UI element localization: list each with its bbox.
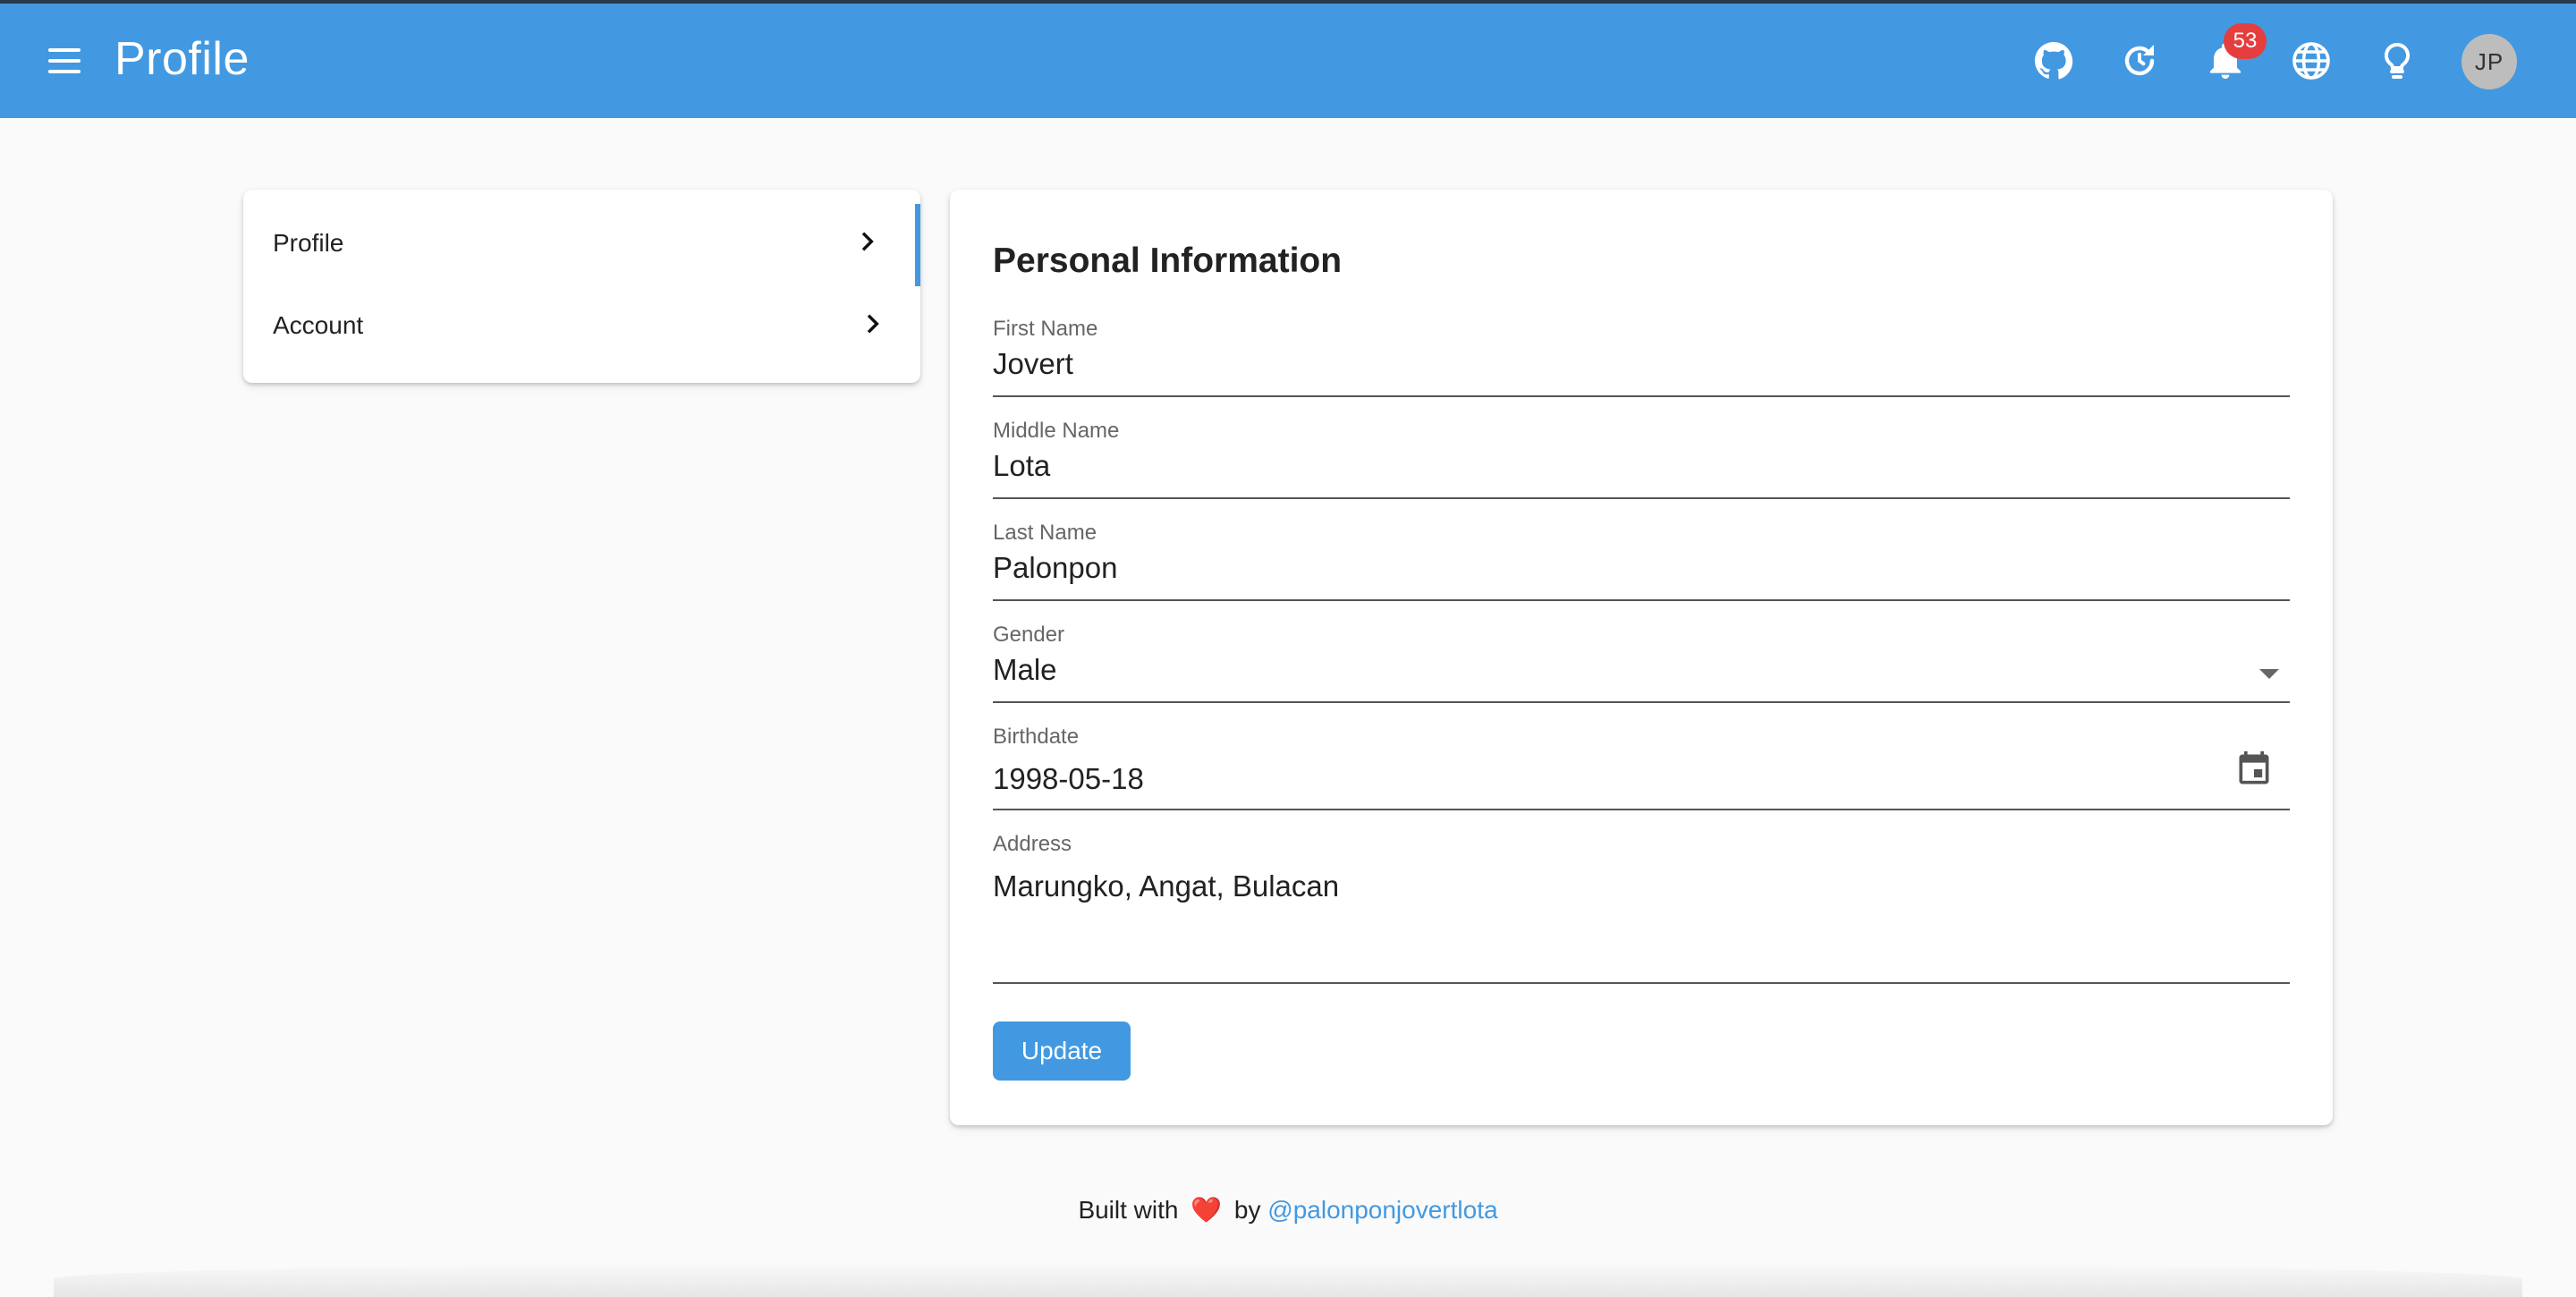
gender-value[interactable]: Male: [993, 653, 1057, 687]
birthdate-label: Birthdate: [993, 725, 1080, 749]
lightbulb-icon[interactable]: [2374, 38, 2420, 84]
personal-information-card: Personal Information First Name Jovert M…: [950, 190, 2333, 1125]
birthdate-field[interactable]: Birthdate 1998-05-18: [993, 725, 2290, 823]
footer: Built with ❤️ by @palonponjovertlota: [0, 1195, 2576, 1225]
first-name-label: First Name: [993, 317, 1098, 341]
window-bottom-shadow: [54, 1261, 2522, 1297]
footer-prefix: Built with: [1078, 1196, 1179, 1224]
app-bar: Profile 53 JP: [0, 4, 2576, 118]
last-name-field[interactable]: Last Name Palonpon: [993, 521, 2290, 614]
middle-name-field[interactable]: Middle Name Lota: [993, 419, 2290, 512]
field-underline: [993, 982, 2290, 984]
address-textarea[interactable]: Marungko, Angat, Bulacan: [993, 869, 1339, 903]
last-name-input[interactable]: Palonpon: [993, 551, 1117, 585]
address-field[interactable]: Address Marungko, Angat, Bulacan: [993, 832, 2290, 1002]
field-underline: [993, 599, 2290, 601]
page-title: Profile: [114, 33, 250, 85]
profile-sidebar: Profile Account: [243, 190, 920, 383]
field-underline: [993, 395, 2290, 397]
first-name-field[interactable]: First Name Jovert: [993, 317, 2290, 410]
github-icon[interactable]: [2030, 38, 2077, 84]
chevron-right-icon: [861, 232, 874, 251]
birthdate-input[interactable]: 1998-05-18: [993, 762, 1144, 796]
first-name-input[interactable]: Jovert: [993, 347, 1073, 381]
footer-by: by: [1233, 1196, 1261, 1224]
field-underline: [993, 809, 2290, 810]
middle-name-label: Middle Name: [993, 419, 1120, 443]
section-title: Personal Information: [993, 242, 1343, 280]
chevron-down-icon[interactable]: [2259, 669, 2279, 679]
author-link[interactable]: @palonponjovertlota: [1267, 1196, 1497, 1224]
heart-icon: ❤️: [1191, 1196, 1223, 1224]
field-underline: [993, 497, 2290, 499]
avatar[interactable]: JP: [2462, 34, 2517, 89]
sidebar-item-label: Profile: [273, 229, 344, 257]
refresh-icon[interactable]: [2116, 38, 2163, 84]
address-label: Address: [993, 832, 1072, 856]
sidebar-item-profile[interactable]: Profile: [243, 202, 920, 284]
chevron-right-icon: [867, 314, 879, 334]
middle-name-input[interactable]: Lota: [993, 449, 1050, 483]
notification-badge: 53: [2224, 23, 2267, 59]
gender-select[interactable]: Gender Male: [993, 623, 2290, 716]
gender-label: Gender: [993, 623, 1065, 647]
field-underline: [993, 701, 2290, 703]
sidebar-item-label: Account: [273, 311, 364, 339]
last-name-label: Last Name: [993, 521, 1097, 545]
menu-icon[interactable]: [45, 45, 84, 77]
calendar-icon[interactable]: [2234, 750, 2274, 789]
sidebar-item-account[interactable]: Account: [243, 284, 920, 367]
globe-icon[interactable]: [2288, 38, 2334, 84]
update-button[interactable]: Update: [993, 1021, 1131, 1081]
